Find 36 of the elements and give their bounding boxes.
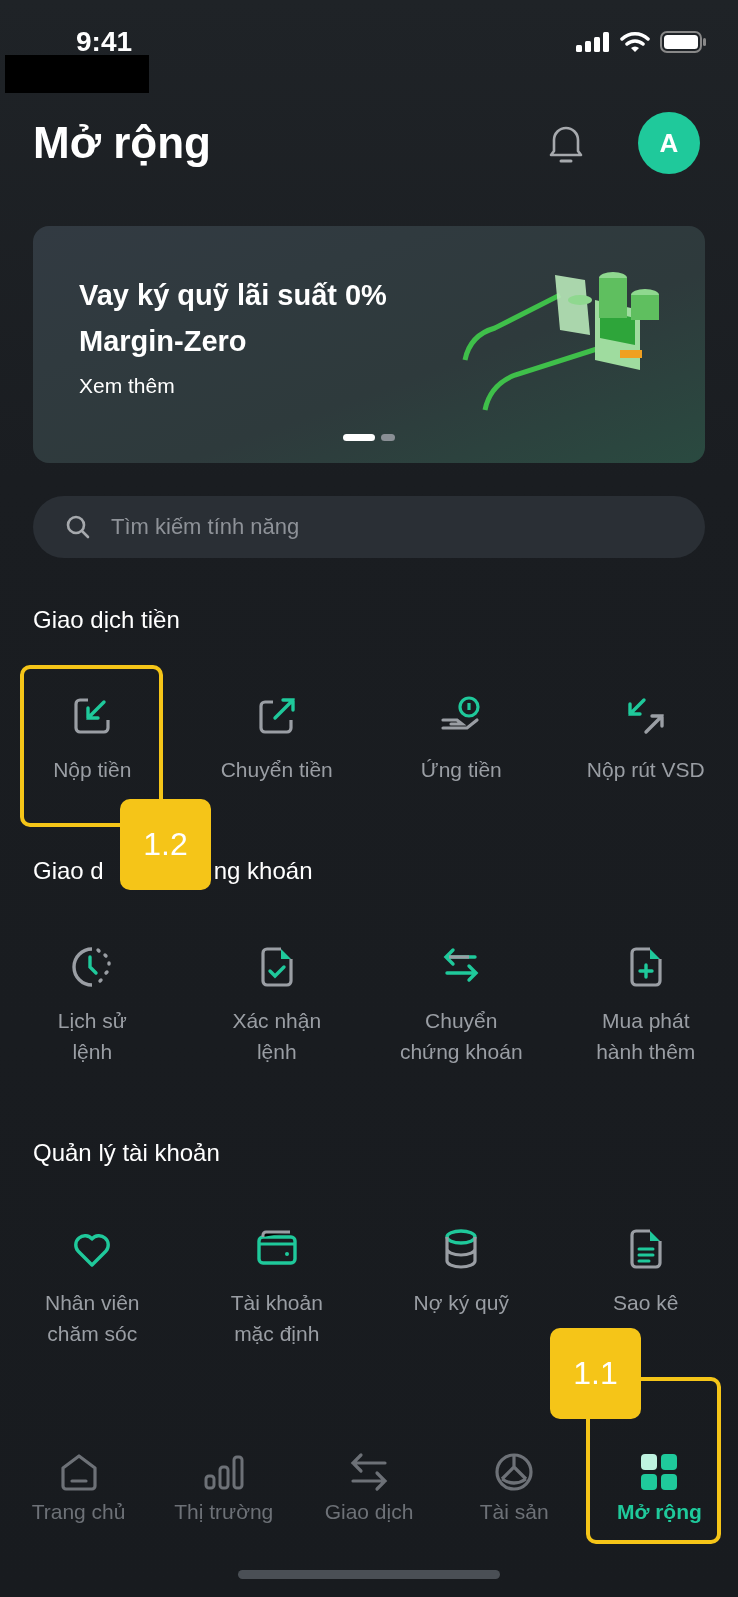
battery-icon	[660, 31, 706, 53]
nav-tab[interactable]: Mở rộng	[586, 1450, 732, 1524]
nav-tab[interactable]: Thị trường	[151, 1450, 297, 1524]
section-heading: ng khoán	[213, 857, 313, 885]
section-heading: Giao dịch tiền	[33, 606, 180, 634]
section-heading: Quản lý tài khoản	[33, 1139, 220, 1167]
step-badge: 1.2	[120, 799, 211, 890]
see-more-link[interactable]: Xem thêm	[79, 373, 387, 398]
wifi-icon	[620, 31, 650, 53]
feature-item[interactable]: Chuyển tiền	[184, 694, 369, 785]
feature-item[interactable]: Nộp rút VSD	[553, 694, 738, 785]
nav-tab[interactable]: Giao dịch	[296, 1450, 442, 1524]
search-field[interactable]: Tìm kiếm tính năng	[33, 496, 705, 558]
section-heading: Giao d	[33, 857, 104, 885]
feature-item[interactable]: Nộp tiền	[0, 694, 185, 785]
feature-item[interactable]: Nợ ký quỹ	[369, 1227, 554, 1318]
page-indicator[interactable]	[381, 434, 395, 441]
feature-item[interactable]: Xác nhận lệnh	[184, 945, 369, 1067]
promo-banner[interactable]: Vay ký quỹ lãi suất 0% Margin-Zero Xem thêm	[33, 226, 705, 463]
signal-icon	[576, 32, 610, 52]
step-badge: 1.1	[550, 1328, 641, 1419]
feature-item[interactable]: Sao kê	[553, 1227, 738, 1318]
feature-item[interactable]: Lịch sử lệnh	[0, 945, 185, 1067]
feature-item[interactable]: Nhân viên chăm sóc	[0, 1227, 185, 1349]
feature-item[interactable]: Mua phát hành thêm	[553, 945, 738, 1067]
banner-title: Vay ký quỹ lãi suất 0%	[79, 277, 387, 313]
search-icon	[65, 514, 91, 540]
banner-subtitle: Margin-Zero	[79, 323, 248, 359]
feature-item[interactable]: Ứng tiền	[369, 694, 554, 785]
page-title: Mở rộng	[33, 118, 212, 168]
nav-tab[interactable]: Tài sản	[441, 1450, 587, 1524]
status-time: 9:41	[76, 26, 133, 58]
nav-tab[interactable]: Trang chủ	[6, 1450, 152, 1524]
feature-item[interactable]: Tài khoản mặc định	[184, 1227, 369, 1349]
feature-item[interactable]: Chuyển chứng khoán	[369, 945, 554, 1067]
page-indicator[interactable]	[343, 434, 375, 441]
